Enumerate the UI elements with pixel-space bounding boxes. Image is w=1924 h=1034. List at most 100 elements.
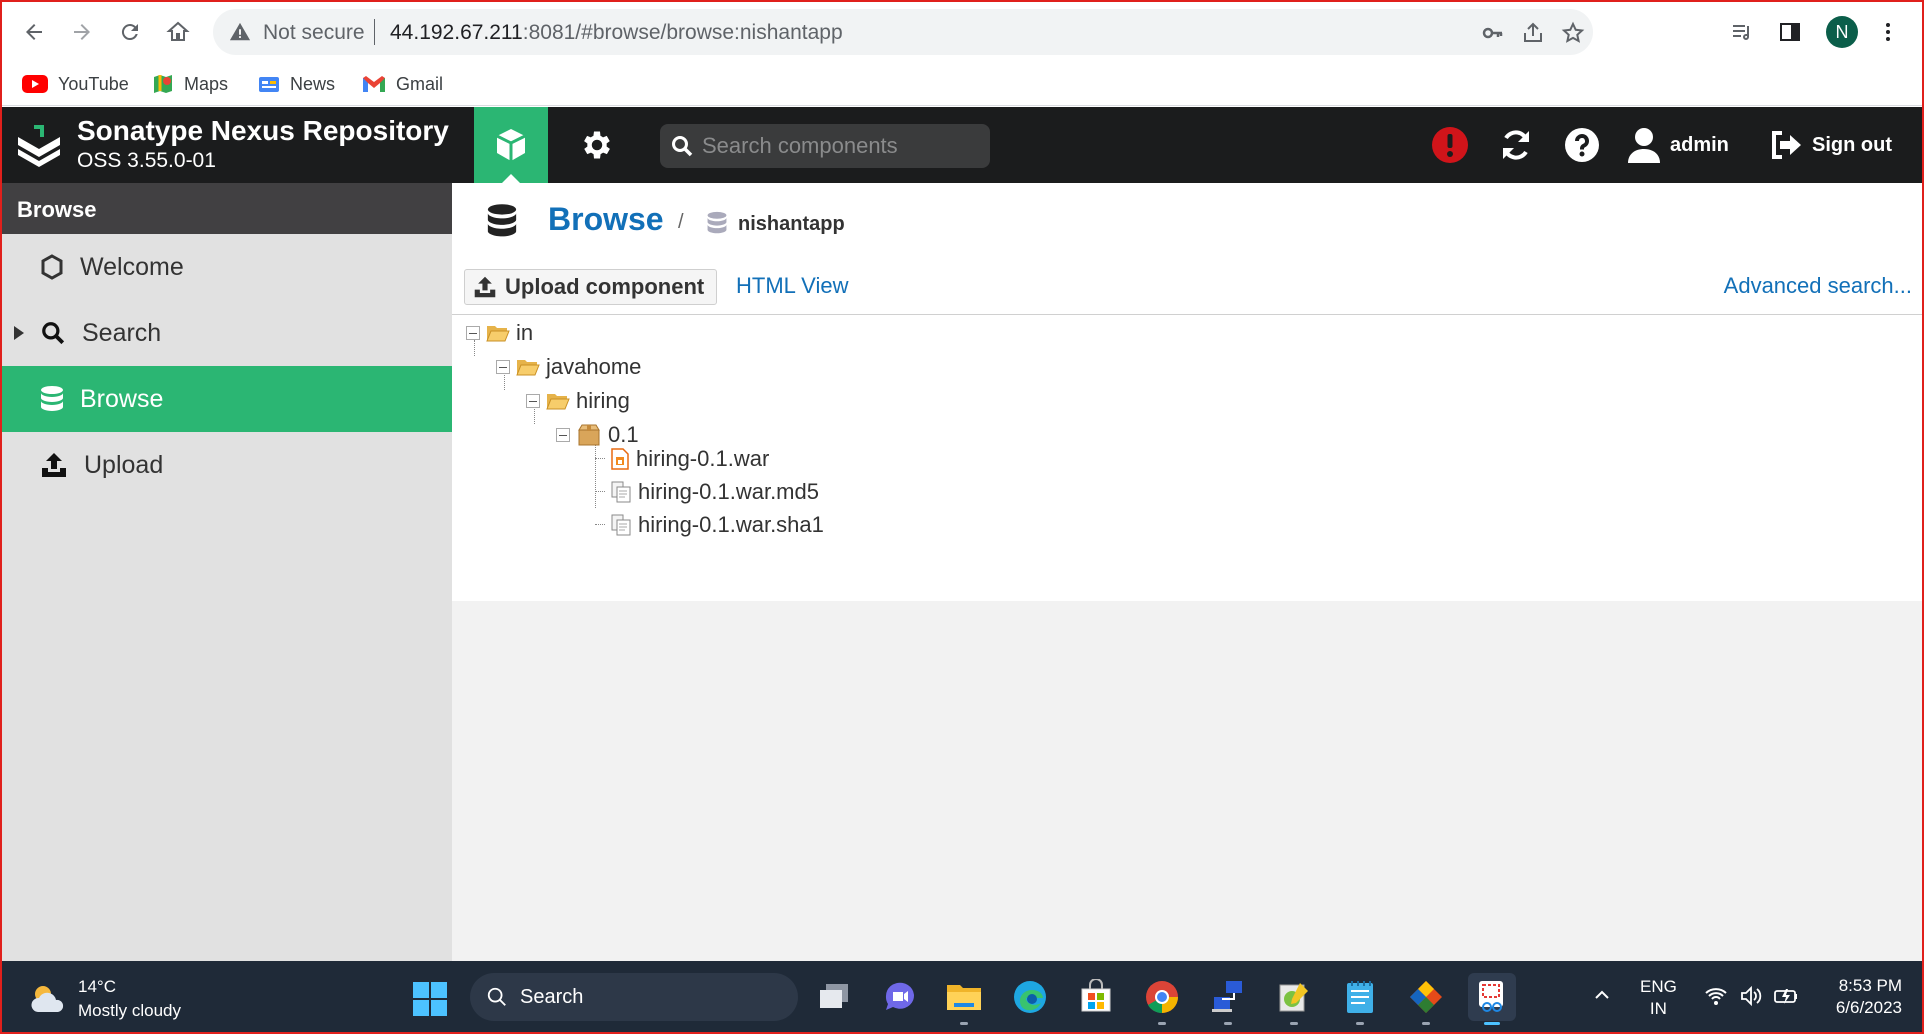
weather-condition: Mostly cloudy: [78, 1001, 181, 1020]
notepad-plus-button[interactable]: [1270, 973, 1318, 1025]
bookmark-label: YouTube: [58, 73, 129, 94]
quick-settings-button[interactable]: [1704, 985, 1799, 1013]
not-secure-label[interactable]: Not secure: [263, 21, 365, 45]
database-icon: [41, 386, 63, 411]
taskbar-search-label: Search: [520, 985, 584, 1008]
expand-arrow-icon[interactable]: [14, 326, 24, 340]
language-code: ENG: [1640, 977, 1677, 996]
tree-node-folder[interactable]: hiring: [526, 384, 630, 418]
youtube-icon: [22, 75, 48, 93]
microsoft-store-button[interactable]: [1072, 973, 1120, 1021]
snipping-tool-button[interactable]: [1468, 973, 1516, 1025]
search-input[interactable]: [702, 130, 982, 162]
notepad-button[interactable]: [1336, 973, 1384, 1025]
bookmark-maps[interactable]: Maps: [152, 68, 228, 100]
weather-temperature: 14°C: [78, 977, 116, 996]
tree-node-label: in: [516, 320, 534, 345]
network-app-button[interactable]: [1204, 973, 1252, 1025]
tree-node-label: hiring: [576, 388, 630, 413]
refresh-button[interactable]: [1496, 125, 1536, 165]
chrome-menu-button[interactable]: [1870, 14, 1906, 50]
tree-node-label: hiring-0.1.war: [636, 446, 770, 471]
running-indicator: [1356, 1022, 1364, 1025]
package-icon: [578, 424, 600, 446]
tree-node-asset[interactable]: hiring-0.1.war: [610, 442, 769, 476]
breadcrumb-browse[interactable]: Browse: [548, 201, 664, 238]
key-icon[interactable]: [1481, 21, 1505, 45]
notepad-plus-icon: [1279, 983, 1308, 1012]
user-menu[interactable]: admin: [1628, 125, 1729, 165]
running-indicator: [1224, 1022, 1232, 1025]
show-hidden-icons-button[interactable]: [1592, 985, 1612, 1011]
edge-icon: [1014, 981, 1046, 1013]
sign-out-button[interactable]: Sign out: [1770, 125, 1892, 165]
clock[interactable]: 8:53 PM 6/6/2023: [1822, 975, 1902, 1019]
tree-node-folder[interactable]: javahome: [496, 350, 641, 384]
upload-component-button[interactable]: Upload component: [464, 269, 718, 305]
task-view-button[interactable]: [810, 973, 858, 1021]
collapse-toggle[interactable]: [556, 428, 570, 442]
file-explorer-button[interactable]: [940, 973, 988, 1025]
taskbar-search[interactable]: Search: [470, 973, 798, 1021]
maps-icon: [154, 75, 172, 93]
sidebar-item-welcome[interactable]: Welcome: [0, 234, 452, 300]
profile-button[interactable]: N: [1824, 14, 1860, 50]
teams-chat-button[interactable]: [876, 973, 924, 1021]
sidebar-item-upload[interactable]: Upload: [0, 432, 452, 498]
region-code: IN: [1649, 999, 1667, 1018]
main-panel: Browse / nishantapp Upload component HTM…: [452, 183, 1922, 961]
reload-button[interactable]: [112, 14, 148, 50]
alert-icon: [1432, 127, 1468, 163]
language-indicator[interactable]: ENG IN: [1640, 976, 1677, 1020]
advanced-search-link[interactable]: Advanced search...: [1724, 273, 1912, 299]
collapse-toggle[interactable]: [466, 326, 480, 340]
component-search[interactable]: [660, 124, 990, 168]
cube-icon: [496, 129, 526, 161]
git-app-button[interactable]: [1402, 973, 1450, 1025]
network-computers-icon: [1212, 981, 1242, 1012]
star-icon[interactable]: [1561, 21, 1585, 45]
bookmark-youtube[interactable]: YouTube: [22, 68, 129, 100]
tree-node-label: hiring-0.1.war.md5: [638, 479, 819, 504]
reading-list-button[interactable]: [1724, 14, 1760, 50]
weather-widget[interactable]: 14°C Mostly cloudy: [28, 975, 181, 1023]
collapse-toggle[interactable]: [526, 394, 540, 408]
chrome-button[interactable]: [1138, 973, 1186, 1025]
url-text[interactable]: 44.192.67.211:8081/#browse/browse:nishan…: [390, 21, 843, 45]
help-button[interactable]: [1562, 125, 1602, 165]
collapse-toggle[interactable]: [496, 360, 510, 374]
bookmark-news[interactable]: News: [258, 68, 335, 100]
tree-connector: [595, 458, 605, 459]
username: admin: [1670, 133, 1729, 156]
bookmark-label: Gmail: [396, 73, 444, 94]
share-icon[interactable]: [1521, 21, 1545, 45]
system-status-button[interactable]: [1430, 125, 1470, 165]
sidebar-item-search[interactable]: Search: [0, 300, 452, 366]
tree-node-asset[interactable]: hiring-0.1.war.md5: [610, 475, 819, 509]
home-button[interactable]: [160, 14, 196, 50]
sidebar-item-browse[interactable]: Browse: [0, 366, 452, 432]
admin-mode-button[interactable]: [570, 107, 624, 183]
back-button[interactable]: [16, 14, 52, 50]
bookmark-gmail[interactable]: Gmail: [362, 68, 443, 100]
avatar: N: [1826, 16, 1858, 48]
tree-node-asset[interactable]: hiring-0.1.war.sha1: [610, 508, 824, 542]
running-indicator: [1158, 1022, 1166, 1025]
user-icon: [1628, 128, 1660, 163]
task-view-icon: [820, 984, 848, 1008]
side-panel-icon: [1780, 23, 1800, 41]
html-view-link[interactable]: HTML View: [736, 273, 848, 299]
address-bar[interactable]: Not secure 44.192.67.211:8081/#browse/br…: [213, 9, 1593, 55]
clock-date: 6/6/2023: [1835, 998, 1902, 1017]
edge-button[interactable]: [1006, 973, 1054, 1021]
start-button[interactable]: [412, 981, 448, 1022]
wifi-icon: [1705, 988, 1727, 1005]
product-version: OSS 3.55.0-01: [77, 149, 216, 172]
forward-button[interactable]: [64, 14, 100, 50]
browse-mode-button[interactable]: [474, 107, 548, 183]
side-panel-button[interactable]: [1772, 14, 1808, 50]
sidebar-item-label: Upload: [84, 450, 164, 479]
tree-node-folder[interactable]: in: [466, 316, 533, 350]
cloudy-icon: [31, 986, 64, 1012]
bookmark-label: Maps: [184, 73, 229, 94]
